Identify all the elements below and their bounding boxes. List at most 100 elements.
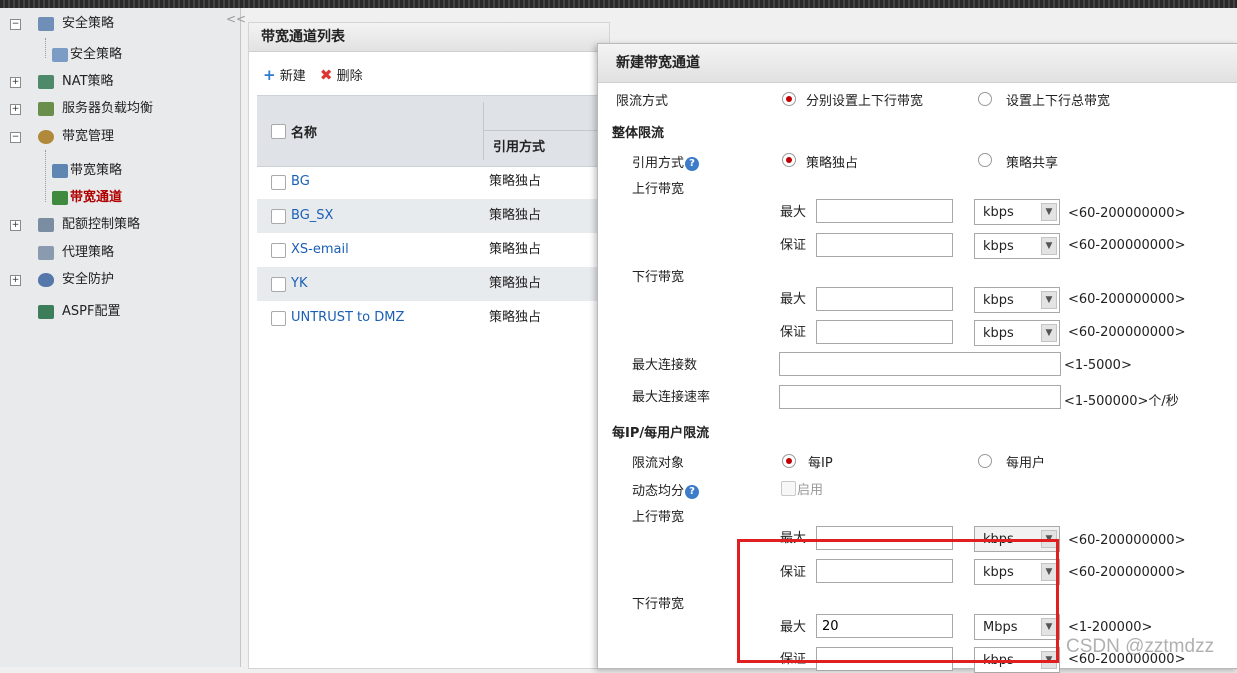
overall-up-guarantee-label: 保证 (780, 238, 807, 253)
max-rate-label: 最大连接速率 (632, 390, 711, 405)
tree-item-security-policy[interactable]: − 安全策略 (0, 12, 240, 36)
range-hint: <60-200000000> (1068, 292, 1186, 307)
nav-tree: << − 安全策略 安全策略 + NAT策略 + 服务器负载均衡 − 带宽管理 … (0, 8, 246, 667)
chevron-down-icon: ▼ (1041, 618, 1057, 636)
row-checkbox[interactable] (271, 209, 286, 224)
per-ip-up-guarantee-input[interactable] (816, 559, 953, 583)
delete-label: 删除 (336, 69, 363, 84)
radio-exclusive-label[interactable]: 策略独占 (806, 152, 858, 171)
overall-section-title: 整体限流 (612, 126, 665, 141)
row-name[interactable]: BG (291, 165, 310, 199)
overall-down-guarantee-unit-select[interactable]: kbps ▼ (974, 320, 1060, 346)
row-checkbox[interactable] (271, 311, 286, 326)
row-name[interactable]: BG_SX (291, 199, 333, 233)
row-name[interactable]: XS-email (291, 233, 349, 267)
table-row[interactable]: BG 策略独占 (257, 165, 609, 199)
radio-total[interactable] (978, 92, 992, 106)
tree-item-security-policy-child[interactable]: 安全策略 (0, 43, 240, 67)
per-ip-down-guarantee-input[interactable] (816, 647, 953, 671)
delete-button[interactable]: ✖ 删除 (320, 65, 363, 87)
channel-list-panel: 带宽通道列表 + 新建 ✖ 删除 名称 引用方式 BG 策略独占 BG_SX 策… (248, 22, 610, 669)
radio-per-user[interactable] (978, 454, 992, 468)
overall-down-guarantee-input[interactable] (816, 320, 953, 344)
overall-down-max-label: 最大 (780, 292, 807, 307)
tree-label: 安全策略 (70, 47, 123, 62)
server-lb-icon (38, 102, 54, 116)
radio-separate-label[interactable]: 分别设置上下行带宽 (806, 90, 923, 109)
table-row[interactable]: UNTRUST to DMZ 策略独占 (257, 301, 609, 335)
per-ip-up-guarantee-unit-select[interactable]: kbps ▼ (974, 559, 1060, 585)
tree-item-aspf-config[interactable]: ASPF配置 (0, 300, 240, 324)
collapse-toggle-icon[interactable]: − (10, 19, 21, 30)
radio-separate[interactable] (782, 92, 796, 106)
new-channel-dialog: 新建带宽通道 限流方式 分别设置上下行带宽 设置上下行总带宽 整体限流 引用方式… (597, 43, 1237, 673)
overall-down-max-input[interactable] (816, 287, 953, 311)
row-checkbox[interactable] (271, 277, 286, 292)
radio-per-user-label[interactable]: 每用户 (1006, 452, 1045, 471)
radio-per-ip[interactable] (782, 454, 796, 468)
row-name[interactable]: UNTRUST to DMZ (291, 301, 404, 335)
range-hint: <1-200000> (1068, 620, 1153, 635)
row-ref: 策略独占 (489, 242, 542, 257)
table-row[interactable]: BG_SX 策略独占 (257, 199, 609, 233)
row-ref: 策略独占 (489, 208, 542, 223)
shield-icon (38, 273, 54, 287)
per-ip-down-guarantee-label: 保证 (780, 652, 807, 667)
tree-item-proxy-policy[interactable]: 代理策略 (0, 241, 240, 265)
max-rate-input[interactable] (779, 385, 1061, 409)
bandwidth-channel-icon (52, 191, 68, 205)
radio-total-label[interactable]: 设置上下行总带宽 (1006, 90, 1110, 109)
table-row[interactable]: YK 策略独占 (257, 267, 609, 301)
per-ip-up-max-unit-select[interactable]: kbps ▼ (974, 526, 1060, 552)
expand-toggle-icon[interactable]: + (10, 220, 21, 231)
per-ip-down-max-input[interactable] (816, 614, 953, 638)
radio-shared[interactable] (978, 153, 992, 167)
unit-value: kbps (983, 293, 1014, 308)
tree-item-security-protection[interactable]: + 安全防护 (0, 268, 240, 292)
bandwidth-policy-icon (52, 164, 68, 178)
expand-toggle-icon[interactable]: + (10, 77, 21, 88)
radio-exclusive[interactable] (782, 153, 796, 167)
row-checkbox[interactable] (271, 243, 286, 258)
collapse-toggle-icon[interactable]: − (10, 132, 21, 143)
max-conn-input[interactable] (779, 352, 1061, 376)
column-ref-header[interactable]: 引用方式 (493, 136, 545, 155)
enable-checkbox[interactable] (781, 481, 796, 496)
expand-toggle-icon[interactable]: + (10, 275, 21, 286)
new-button[interactable]: + 新建 (263, 65, 306, 87)
radio-shared-label[interactable]: 策略共享 (1006, 152, 1058, 171)
overall-up-guarantee-unit-select[interactable]: kbps ▼ (974, 233, 1060, 259)
unit-value: kbps (983, 205, 1014, 220)
row-name[interactable]: YK (291, 267, 307, 301)
tree-item-nat-policy[interactable]: + NAT策略 (0, 70, 240, 94)
per-ip-up-max-input[interactable] (816, 526, 953, 550)
overall-down-max-unit-select[interactable]: kbps ▼ (974, 287, 1060, 313)
per-ip-up-max-label: 最大 (780, 531, 807, 546)
table-row[interactable]: XS-email 策略独占 (257, 233, 609, 267)
overall-up-max-unit-select[interactable]: kbps ▼ (974, 199, 1060, 225)
ref-mode-text: 引用方式 (632, 156, 685, 171)
tree-label: 带宽管理 (62, 129, 115, 144)
nat-icon (38, 75, 54, 89)
tree-item-quota-control[interactable]: + 配额控制策略 (0, 213, 240, 237)
tree-item-bandwidth-mgmt[interactable]: − 带宽管理 (0, 125, 240, 149)
tree-item-bandwidth-policy[interactable]: 带宽策略 (0, 159, 240, 183)
range-hint: <60-200000000> (1068, 565, 1186, 580)
bandwidth-gauge-icon (38, 130, 54, 144)
help-icon[interactable]: ? (685, 156, 700, 171)
unit-value: kbps (983, 239, 1014, 254)
per-ip-down-max-unit-select[interactable]: Mbps ▼ (974, 614, 1060, 640)
overall-up-max-input[interactable] (816, 199, 953, 223)
help-icon[interactable]: ? (685, 484, 700, 499)
tree-item-server-lb[interactable]: + 服务器负载均衡 (0, 97, 240, 121)
tree-item-bandwidth-channel[interactable]: 带宽通道 (0, 186, 240, 210)
row-checkbox[interactable] (271, 175, 286, 190)
expand-toggle-icon[interactable]: + (10, 104, 21, 115)
per-ip-down-guarantee-unit-select[interactable]: kbps ▼ (974, 647, 1060, 673)
overall-up-guarantee-input[interactable] (816, 233, 953, 257)
column-name-header[interactable]: 名称 (291, 122, 317, 141)
new-label: 新建 (279, 69, 306, 84)
select-all-checkbox[interactable] (271, 124, 286, 139)
tree-label: 安全策略 (62, 16, 115, 31)
radio-per-ip-label[interactable]: 每IP (808, 452, 833, 471)
